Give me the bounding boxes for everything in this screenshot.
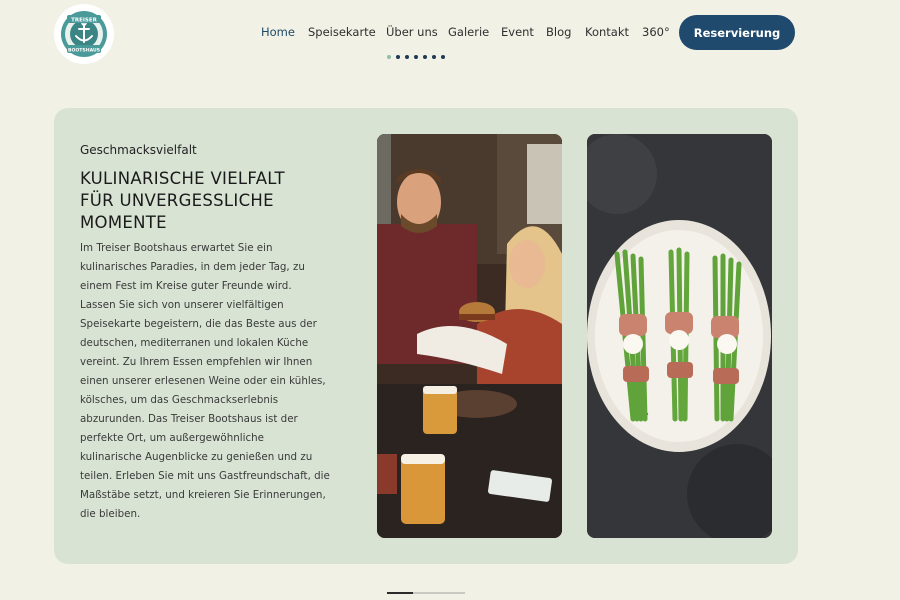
body-line: deutschen, mediterranen und lokalen Küch… bbox=[80, 337, 309, 349]
body-line: einen unserer erlesenen Weine oder ein k… bbox=[80, 375, 326, 387]
body-line: perfekte Ort, um außergewöhnliche bbox=[80, 432, 265, 444]
body-line: kölsches, um das Geschmackserlebnis bbox=[80, 394, 279, 406]
carousel-dot[interactable] bbox=[414, 55, 418, 59]
people-dining-photo bbox=[377, 134, 562, 538]
nav-item-ueber-uns[interactable]: Über uns bbox=[386, 24, 438, 40]
headline-line: MOMENTE bbox=[80, 213, 167, 232]
reservierung-button[interactable]: Reservierung bbox=[679, 15, 795, 50]
headline-line: KULINARISCHE VIELFALT bbox=[80, 169, 285, 188]
nav-item-event[interactable]: Event bbox=[501, 24, 534, 40]
body-line: teilen. Erleben Sie mit uns Gastfreundsc… bbox=[80, 470, 330, 482]
body-line: vereint. Zu Ihrem Essen empfehlen wir Ih… bbox=[80, 356, 313, 368]
section-body: Im Treiser Bootshaus erwartet Sie ein ku… bbox=[80, 239, 332, 524]
carousel-dot[interactable] bbox=[405, 55, 409, 59]
body-line: Im Treiser Bootshaus erwartet Sie ein bbox=[80, 242, 273, 254]
carousel-dot[interactable] bbox=[396, 55, 400, 59]
carousel-dots bbox=[387, 55, 445, 59]
nav-item-blog[interactable]: Blog bbox=[546, 24, 571, 40]
body-line: Lassen Sie sich von unserer vielfältigen bbox=[80, 299, 284, 311]
nav-item-kontakt[interactable]: Kontakt bbox=[585, 24, 629, 40]
carousel-dot[interactable] bbox=[432, 55, 436, 59]
headline-line: FÜR UNVERGESSLICHE bbox=[80, 191, 274, 210]
logo-bottom-text: BOOTSHAUS bbox=[68, 48, 100, 54]
section-headline: KULINARISCHE VIELFALT FÜR UNVERGESSLICHE… bbox=[80, 168, 340, 234]
body-line: abzurunden. Das Treiser Bootshaus ist de… bbox=[80, 413, 298, 425]
nav-item-home[interactable]: Home bbox=[261, 24, 295, 40]
carousel-dot[interactable] bbox=[423, 55, 427, 59]
body-line: kulinarische Augenblicke zu genießen und… bbox=[80, 451, 313, 463]
nav-item-360[interactable]: 360° bbox=[642, 24, 670, 40]
asparagus-dish-photo bbox=[587, 134, 772, 538]
slider-thumb[interactable] bbox=[387, 592, 413, 594]
body-line: die bleiben. bbox=[80, 508, 141, 520]
section-eyebrow: Geschmacksvielfalt bbox=[80, 143, 197, 157]
logo-top-text: TREISER bbox=[71, 18, 98, 24]
nav-item-galerie[interactable]: Galerie bbox=[448, 24, 489, 40]
body-line: Maßstäbe setzt, und kreieren Sie Erinner… bbox=[80, 489, 326, 501]
body-line: Speisekarte begeistern, die das Beste au… bbox=[80, 318, 317, 330]
body-line: einem Fest im Kreise guter Freunde wird. bbox=[80, 280, 292, 292]
nav-item-speisekarte[interactable]: Speisekarte bbox=[308, 24, 376, 40]
carousel-dot[interactable] bbox=[441, 55, 445, 59]
body-line: kulinarisches Paradies, in dem jeder Tag… bbox=[80, 261, 305, 273]
carousel-dot[interactable] bbox=[387, 55, 391, 59]
